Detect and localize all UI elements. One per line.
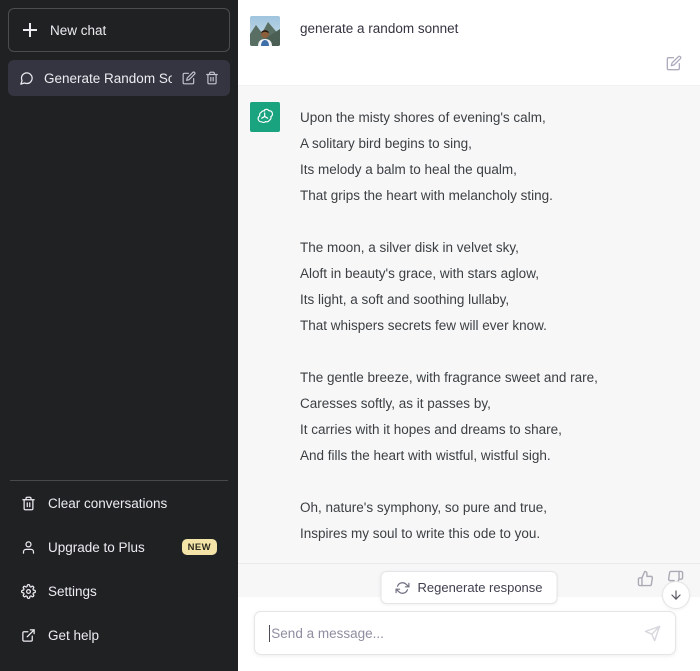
poem-lines: Upon the misty shores of evening's calm,… [300,105,676,547]
sidebar-item-clear-conversations[interactable]: Clear conversations [8,481,230,525]
composer-area: Regenerate response [238,571,700,671]
poem-line: Aloft in beauty's grace, with stars aglo… [300,266,539,281]
arrow-down-icon [669,588,683,602]
poem-line: That grips the heart with melancholy sti… [300,188,553,203]
poem-stanza-gap [300,339,676,365]
gear-icon [21,583,36,599]
edit-square-icon[interactable] [666,55,682,71]
conversation-actions [182,71,219,85]
assistant-message-text: Upon the misty shores of evening's calm,… [300,105,676,547]
sidebar-item-label: Clear conversations [48,495,168,511]
sidebar-item-label: Get help [48,627,100,643]
poem-line: Upon the misty shores of evening's calm, [300,110,546,125]
message-input-wrapper[interactable] [254,611,676,655]
chat-bubble-icon [19,71,34,86]
user-message-text: generate a random sonnet [300,21,459,36]
conversation-list: Generate Random Son [8,60,230,96]
sidebar: New chat Generate Random Son Clear conve… [0,0,238,671]
assistant-message-row: Upon the misty shores of evening's calm,… [238,86,700,564]
thumbs-up-icon[interactable] [637,570,654,587]
message-input[interactable] [271,625,644,641]
poem-line: Its melody a balm to heal the qualm, [300,162,517,177]
assistant-avatar [250,102,280,132]
user-icon [21,540,36,555]
edit-conversation-icon[interactable] [182,71,196,85]
poem-line: That whispers secrets few will ever know… [300,318,547,333]
send-plane-icon[interactable] [644,625,661,642]
poem-line: A solitary bird begins to sing, [300,136,472,151]
sidebar-item-settings[interactable]: Settings [8,569,230,613]
message-thread: generate a random sonnet Upon the misty … [238,0,700,597]
delete-conversation-icon[interactable] [205,71,219,85]
text-cursor [269,624,271,642]
poem-line: Its light, a soft and soothing lullaby, [300,292,510,307]
poem-line: The gentle breeze, with fragrance sweet … [300,370,598,385]
poem-line: The moon, a silver disk in velvet sky, [300,240,519,255]
sidebar-item-get-help[interactable]: Get help [8,613,230,657]
poem-line: Inspires my soul to write this ode to yo… [300,526,541,541]
scroll-to-bottom-button[interactable] [662,581,690,609]
conversation-title: Generate Random Son [44,70,172,86]
conversation-item[interactable]: Generate Random Son [8,60,230,96]
chatgpt-window: New chat Generate Random Son Clear conve… [0,0,700,671]
refresh-icon [395,581,410,595]
user-message-row: generate a random sonnet [238,0,700,86]
sidebar-footer: Clear conversations Upgrade to Plus NEW [8,481,230,663]
new-chat-button[interactable]: New chat [8,8,230,52]
poem-stanza-gap [300,469,676,495]
user-message-body: generate a random sonnet [280,16,676,69]
user-avatar [250,16,280,46]
sidebar-item-label: Settings [48,583,97,599]
poem-line: Oh, nature's symphony, so pure and true, [300,500,547,515]
poem-line: And fills the heart with wistful, wistfu… [300,448,551,463]
poem-line: Caresses softly, as it passes by, [300,396,491,411]
poem-line: It carries with it hopes and dreams to s… [300,422,562,437]
new-chat-label: New chat [50,22,107,38]
plus-icon [22,22,38,38]
trash-icon [21,496,36,511]
poem-stanza-gap [300,209,676,235]
regenerate-response-button[interactable]: Regenerate response [380,571,558,604]
new-badge: NEW [181,539,217,555]
sidebar-item-upgrade-to-plus[interactable]: Upgrade to Plus NEW [8,525,230,569]
assistant-message-body: Upon the misty shores of evening's calm,… [280,102,676,547]
sidebar-item-label: Upgrade to Plus [48,539,145,555]
main-panel: generate a random sonnet Upon the misty … [238,0,700,671]
external-link-icon [21,628,36,643]
regenerate-response-label: Regenerate response [417,580,543,595]
